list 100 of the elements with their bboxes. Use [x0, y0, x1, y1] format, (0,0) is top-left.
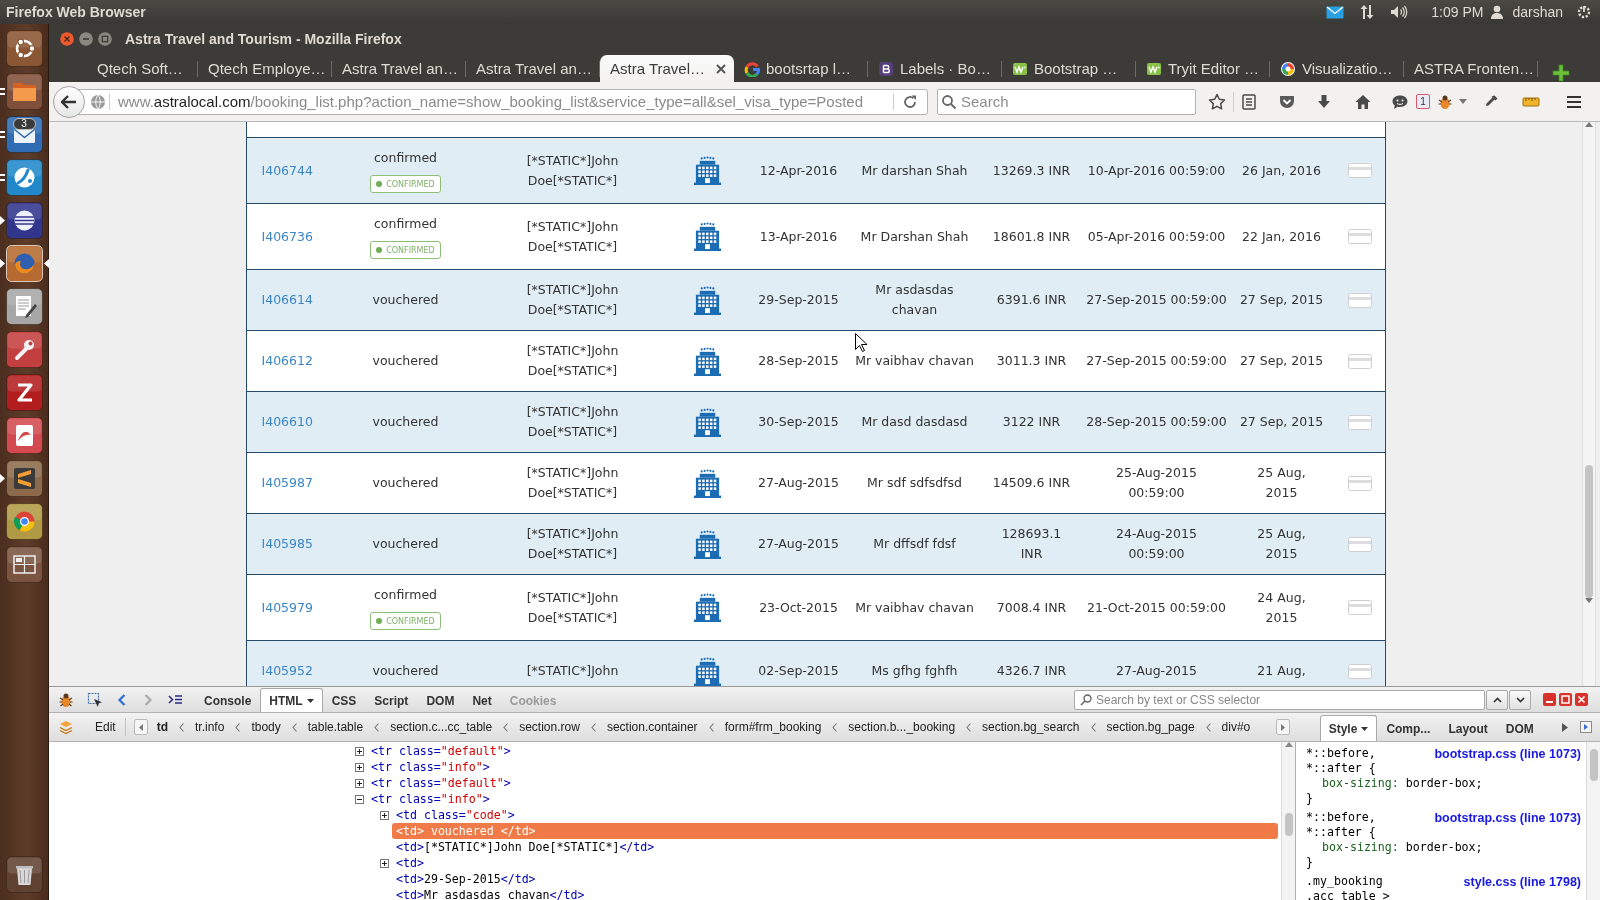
breadcrumb-item[interactable]: section.bg_search	[982, 720, 1080, 734]
side-panel-tab[interactable]: DOM	[1496, 715, 1543, 741]
home-icon[interactable]	[1354, 92, 1372, 111]
html-node[interactable]: <tr class="info">	[367, 759, 494, 775]
panel-tab[interactable]: Console	[195, 688, 261, 712]
html-node[interactable]: <td>[*STATIC*]John Doe[*STATIC*]</td>	[392, 839, 659, 855]
browser-tab[interactable]: Qtech Soft…	[64, 55, 198, 82]
plus-box-icon[interactable]	[355, 778, 364, 788]
breadcrumb-item[interactable]: section.container	[606, 720, 698, 734]
up-down-arrows-icon[interactable]	[1360, 4, 1375, 20]
browser-tab[interactable]: Astra Travel an…	[466, 55, 600, 82]
panel-tab[interactable]: Script	[365, 688, 418, 712]
close-icon[interactable]	[60, 31, 74, 46]
source-link[interactable]: style.css (line 1798)	[1463, 874, 1581, 889]
source-link[interactable]: bootstrap.css (line 1073)	[1434, 746, 1581, 761]
breadcrumb-item[interactable]: section.bg_page	[1106, 720, 1195, 734]
breadcrumb-item[interactable]: div#o	[1221, 720, 1251, 734]
minimize-icon[interactable]	[1543, 693, 1556, 706]
scrollbar[interactable]	[1586, 742, 1600, 900]
scrollbar-thumb[interactable]	[1284, 813, 1293, 836]
scrollbar[interactable]	[1582, 122, 1596, 686]
bookmarks-list-icon[interactable]	[1240, 92, 1258, 111]
booking-id-link[interactable]: I405979	[261, 597, 313, 618]
ring-dots-icon[interactable]	[5, 30, 43, 67]
scrollbar-thumb[interactable]	[1589, 749, 1598, 781]
browser-tab[interactable]: Bootstrap …	[1002, 55, 1136, 82]
booking-id-link[interactable]: I406736	[261, 226, 313, 247]
breadcrumb-item[interactable]: table.table	[307, 720, 364, 734]
html-node[interactable]: <td>Mr asdasdas chavan</td>	[392, 887, 589, 900]
trash-icon[interactable]	[5, 856, 43, 893]
chevron-right-icon[interactable]	[1561, 722, 1568, 732]
scroll-left-button[interactable]	[133, 719, 148, 735]
maximize-icon[interactable]	[98, 31, 112, 46]
caret-icon[interactable]	[1459, 99, 1467, 104]
bug-icon[interactable]	[58, 691, 74, 708]
html-node[interactable]: <td>	[392, 855, 428, 871]
zigzag-icon[interactable]	[5, 374, 43, 411]
inspect-icon[interactable]	[87, 691, 103, 708]
html-node[interactable]: <td>29-Sep-2015</td>	[392, 871, 540, 887]
previous-match-button[interactable]	[1486, 689, 1508, 710]
flame-globe-icon[interactable]	[5, 245, 43, 282]
scrollbar-thumb[interactable]	[1585, 465, 1593, 598]
plus-box-icon[interactable]	[355, 746, 364, 756]
back-button[interactable]	[53, 85, 85, 118]
panel-tab[interactable]: HTML	[260, 688, 323, 712]
browser-tab[interactable]: Qtech Employe…	[198, 55, 332, 82]
breadcrumb-item[interactable]: section.b..._booking	[848, 720, 956, 734]
browser-tab[interactable]: Labels · Bo…	[868, 55, 1002, 82]
layers-icon[interactable]	[58, 719, 74, 735]
bug-icon[interactable]	[1437, 93, 1453, 110]
plus-box-icon[interactable]	[380, 810, 389, 820]
minimize-icon[interactable]	[79, 31, 93, 46]
window-grid-icon[interactable]	[5, 546, 43, 583]
star-icon[interactable]	[1208, 92, 1226, 111]
breadcrumb-item[interactable]: form#frm_booking	[724, 720, 822, 734]
side-panel-tab[interactable]: Layout	[1439, 715, 1497, 741]
html-node[interactable]: <td class="code">	[392, 807, 519, 823]
scrollbar[interactable]	[1281, 742, 1295, 900]
selector-search-field[interactable]: Search by text or CSS selector	[1074, 689, 1485, 710]
browser-tab[interactable]: Astra Travel an…	[332, 55, 466, 82]
browser-tab[interactable]: Astra Travel…	[600, 55, 734, 82]
panel-toggle-icon[interactable]	[1579, 721, 1592, 733]
plus-box-icon[interactable]	[355, 762, 364, 772]
breadcrumb-item[interactable]: tr.info	[195, 720, 225, 734]
breadcrumb-item[interactable]: section.c...cc_table	[390, 720, 493, 734]
breadcrumb-item[interactable]: td	[156, 720, 168, 734]
source-link[interactable]: bootstrap.css (line 1073)	[1434, 810, 1581, 825]
html-node[interactable]: <tr class="info">	[367, 791, 494, 807]
breadcrumb-item[interactable]: tbody	[251, 720, 281, 734]
html-node[interactable]: <tr class="default">	[367, 775, 515, 791]
reload-icon[interactable]	[902, 93, 918, 110]
folder-icon[interactable]	[5, 73, 43, 110]
scroll-right-button[interactable]	[1275, 719, 1290, 735]
plus-icon[interactable]	[1552, 64, 1570, 82]
browser-tab[interactable]: bootsrtap l…	[734, 55, 868, 82]
speaker-icon[interactable]	[1390, 5, 1409, 19]
close-icon[interactable]	[1575, 693, 1588, 706]
side-panel-tab[interactable]: Style	[1319, 715, 1378, 741]
next-match-button[interactable]	[1509, 689, 1531, 710]
minus-box-icon[interactable]	[355, 794, 364, 804]
booking-id-link[interactable]: I405987	[261, 473, 313, 493]
notepad-pencil-icon[interactable]	[5, 288, 43, 325]
close-icon[interactable]	[716, 63, 726, 74]
envelope-icon[interactable]	[1326, 5, 1345, 19]
document-swoosh-icon[interactable]	[5, 417, 43, 454]
browser-tab[interactable]: Visualizatio…	[1270, 55, 1404, 82]
browser-tab[interactable]: ASTRA Fronten…	[1404, 55, 1538, 82]
side-panel-tab[interactable]: Comp...	[1377, 715, 1440, 741]
person-icon[interactable]	[1491, 5, 1504, 19]
breadcrumb-item[interactable]: section.row	[519, 720, 580, 734]
panel-tab[interactable]: Net	[463, 688, 501, 712]
plus-box-icon[interactable]	[380, 858, 389, 868]
panel-tab[interactable]: CSS	[322, 688, 366, 712]
browser-tab[interactable]: Tryit Editor …	[1136, 55, 1270, 82]
detach-icon[interactable]	[1559, 693, 1572, 706]
power-gear-icon[interactable]	[1576, 4, 1592, 20]
html-node[interactable]: <tr class="default">	[367, 743, 515, 759]
panel-tab[interactable]: DOM	[417, 688, 464, 712]
wrench-icon[interactable]	[5, 331, 43, 368]
bands-tile-icon[interactable]	[5, 460, 43, 497]
